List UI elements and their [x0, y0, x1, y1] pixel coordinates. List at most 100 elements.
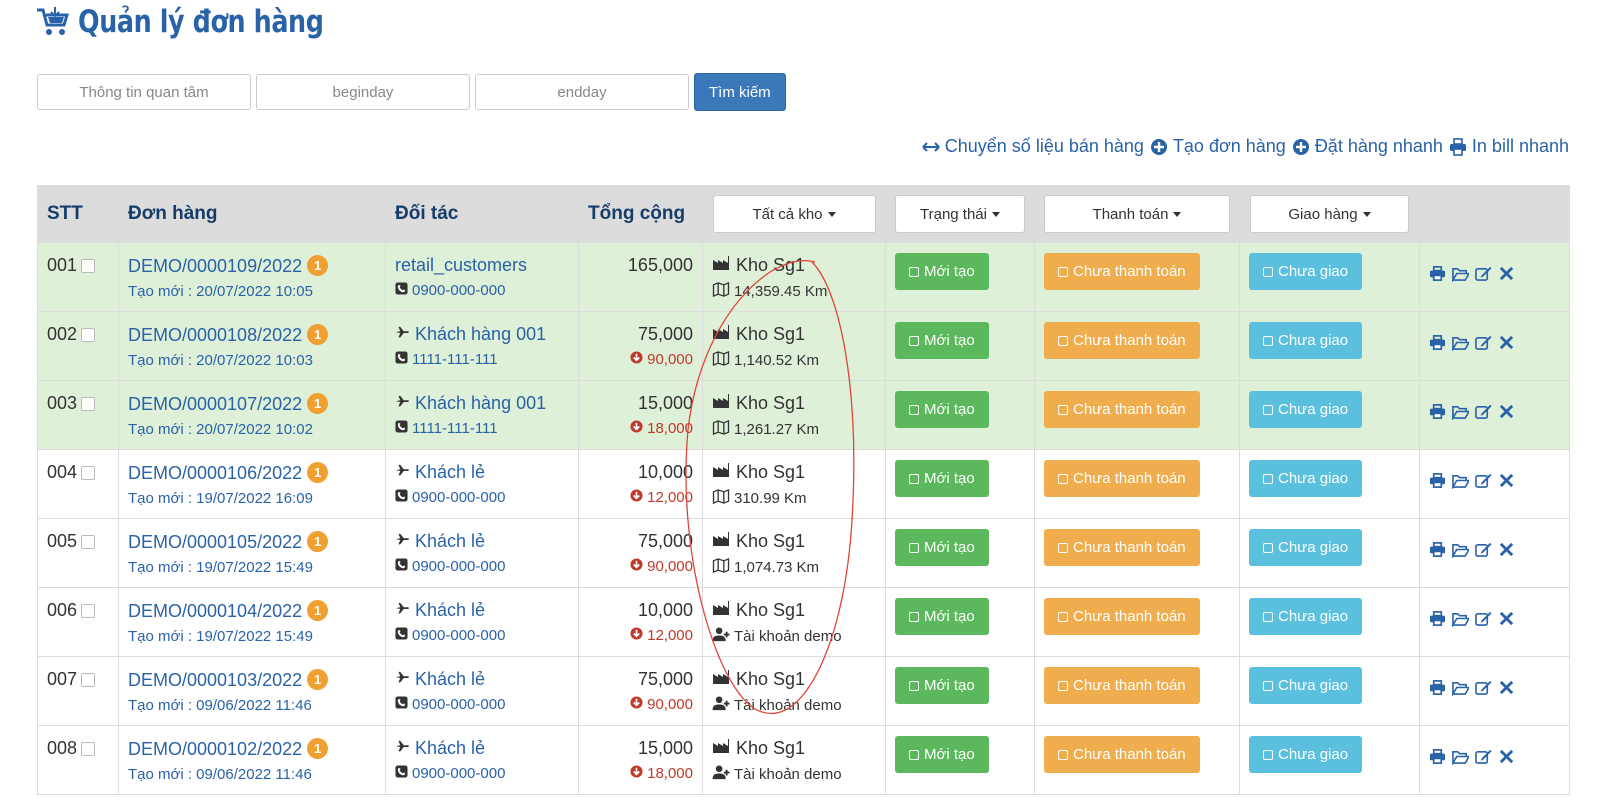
row-checkbox[interactable]	[81, 672, 96, 687]
delivery-filter-dropdown[interactable]: Giao hàng	[1250, 195, 1409, 233]
folder-open-icon[interactable]	[1451, 334, 1471, 356]
status-button[interactable]: Mới tạo	[895, 598, 989, 635]
status-button[interactable]: Mới tạo	[895, 529, 989, 566]
status-button[interactable]: Mới tạo	[895, 391, 989, 428]
warehouse-filter-dropdown[interactable]: Tất cả kho	[712, 195, 876, 233]
row-checkbox[interactable]	[81, 396, 96, 411]
payment-button[interactable]: Chưa thanh toán	[1044, 322, 1200, 359]
payment-filter-dropdown[interactable]: Thanh toán	[1044, 195, 1230, 233]
payment-button[interactable]: Chưa thanh toán	[1044, 460, 1200, 497]
status-button[interactable]: Mới tạo	[895, 460, 989, 497]
payment-button[interactable]: Chưa thanh toán	[1044, 529, 1200, 566]
printer-icon[interactable]	[1429, 748, 1446, 770]
phone-icon	[395, 627, 408, 644]
print-bill-link[interactable]: In bill nhanh	[1449, 136, 1569, 157]
partner-name-link[interactable]: Khách hàng 001	[415, 324, 546, 344]
partner-name-link[interactable]: Khách lẻ	[415, 531, 485, 551]
partner-name-link[interactable]: Khách hàng 001	[415, 393, 546, 413]
status-filter-dropdown[interactable]: Trạng thái	[895, 195, 1025, 233]
folder-open-icon[interactable]	[1451, 265, 1471, 287]
row-checkbox[interactable]	[81, 534, 96, 549]
delivery-button[interactable]: Chưa giao	[1249, 460, 1363, 497]
printer-icon[interactable]	[1429, 472, 1446, 494]
partner-name-link[interactable]: Khách lẻ	[415, 462, 485, 482]
partner-name-link[interactable]: Khách lẻ	[415, 669, 485, 689]
total-cell: 15,000 18,000	[578, 725, 703, 795]
edit-icon[interactable]	[1475, 610, 1492, 632]
order-code-link[interactable]: DEMO/0000103/2022	[128, 670, 302, 690]
status-button[interactable]: Mới tạo	[895, 736, 989, 773]
delivery-button[interactable]: Chưa giao	[1249, 391, 1363, 428]
delivery-button[interactable]: Chưa giao	[1249, 598, 1363, 635]
close-icon[interactable]	[1498, 748, 1515, 770]
endday-input[interactable]	[475, 74, 689, 110]
partner-name-link[interactable]: Khách lẻ	[415, 738, 485, 758]
order-code-link[interactable]: DEMO/0000108/2022	[128, 325, 302, 345]
folder-open-icon[interactable]	[1451, 679, 1471, 701]
printer-icon[interactable]	[1429, 334, 1446, 356]
payment-button[interactable]: Chưa thanh toán	[1044, 736, 1200, 773]
quick-order-link[interactable]: Đặt hàng nhanh	[1292, 136, 1443, 157]
printer-icon[interactable]	[1429, 541, 1446, 563]
close-icon[interactable]	[1498, 334, 1515, 356]
delivery-button[interactable]: Chưa giao	[1249, 253, 1363, 290]
close-icon[interactable]	[1498, 472, 1515, 494]
status-button[interactable]: Mới tạo	[895, 667, 989, 704]
order-code-link[interactable]: DEMO/0000109/2022	[128, 256, 302, 276]
search-button[interactable]: Tìm kiếm	[694, 73, 786, 111]
folder-open-icon[interactable]	[1451, 541, 1471, 563]
row-checkbox[interactable]	[81, 258, 96, 273]
row-checkbox[interactable]	[81, 741, 96, 756]
warehouse-cell: Kho Sg1 1,074.73 Km	[702, 518, 886, 588]
close-icon[interactable]	[1498, 679, 1515, 701]
close-icon[interactable]	[1498, 541, 1515, 563]
folder-open-icon[interactable]	[1451, 403, 1471, 425]
row-checkbox[interactable]	[81, 465, 96, 480]
order-code-link[interactable]: DEMO/0000102/2022	[128, 739, 302, 759]
order-code-link[interactable]: DEMO/0000104/2022	[128, 601, 302, 621]
printer-icon[interactable]	[1429, 679, 1446, 701]
warehouse-info-text: 1,261.27 Km	[734, 421, 820, 438]
printer-icon[interactable]	[1429, 265, 1446, 287]
order-code-link[interactable]: DEMO/0000107/2022	[128, 394, 302, 414]
folder-open-icon[interactable]	[1451, 748, 1471, 770]
close-icon[interactable]	[1498, 610, 1515, 632]
edit-icon[interactable]	[1475, 265, 1492, 287]
interest-input[interactable]	[37, 74, 251, 110]
status-button[interactable]: Mới tạo	[895, 322, 989, 359]
beginday-input[interactable]	[256, 74, 470, 110]
edit-icon[interactable]	[1475, 334, 1492, 356]
folder-open-icon[interactable]	[1451, 610, 1471, 632]
order-code-link[interactable]: DEMO/0000105/2022	[128, 532, 302, 552]
partner-name-link[interactable]: Khách lẻ	[415, 600, 485, 620]
edit-icon[interactable]	[1475, 403, 1492, 425]
transfer-sales-link[interactable]: Chuyển số liệu bán hàng	[922, 136, 1144, 157]
row-checkbox[interactable]	[81, 327, 96, 342]
payment-button[interactable]: Chưa thanh toán	[1044, 253, 1200, 290]
delivery-button[interactable]: Chưa giao	[1249, 736, 1363, 773]
payment-button[interactable]: Chưa thanh toán	[1044, 667, 1200, 704]
create-order-link[interactable]: Tạo đơn hàng	[1150, 136, 1286, 157]
delivery-button[interactable]: Chưa giao	[1249, 667, 1363, 704]
printer-icon[interactable]	[1429, 610, 1446, 632]
edit-icon[interactable]	[1475, 541, 1492, 563]
folder-open-icon[interactable]	[1451, 472, 1471, 494]
old-total: 18,000	[588, 765, 693, 782]
delivery-button[interactable]: Chưa giao	[1249, 529, 1363, 566]
edit-icon[interactable]	[1475, 679, 1492, 701]
close-icon[interactable]	[1498, 265, 1515, 287]
phone-icon	[395, 558, 408, 575]
printer-icon[interactable]	[1429, 403, 1446, 425]
edit-icon[interactable]	[1475, 748, 1492, 770]
delivery-button[interactable]: Chưa giao	[1249, 322, 1363, 359]
row-checkbox[interactable]	[81, 603, 96, 618]
payment-button[interactable]: Chưa thanh toán	[1044, 391, 1200, 428]
edit-icon[interactable]	[1475, 472, 1492, 494]
close-icon[interactable]	[1498, 403, 1515, 425]
partner-name-link[interactable]: retail_customers	[395, 255, 527, 275]
square-icon	[1263, 266, 1273, 277]
old-total: 90,000	[588, 696, 693, 713]
payment-button[interactable]: Chưa thanh toán	[1044, 598, 1200, 635]
order-code-link[interactable]: DEMO/0000106/2022	[128, 463, 302, 483]
status-button[interactable]: Mới tạo	[895, 253, 989, 290]
